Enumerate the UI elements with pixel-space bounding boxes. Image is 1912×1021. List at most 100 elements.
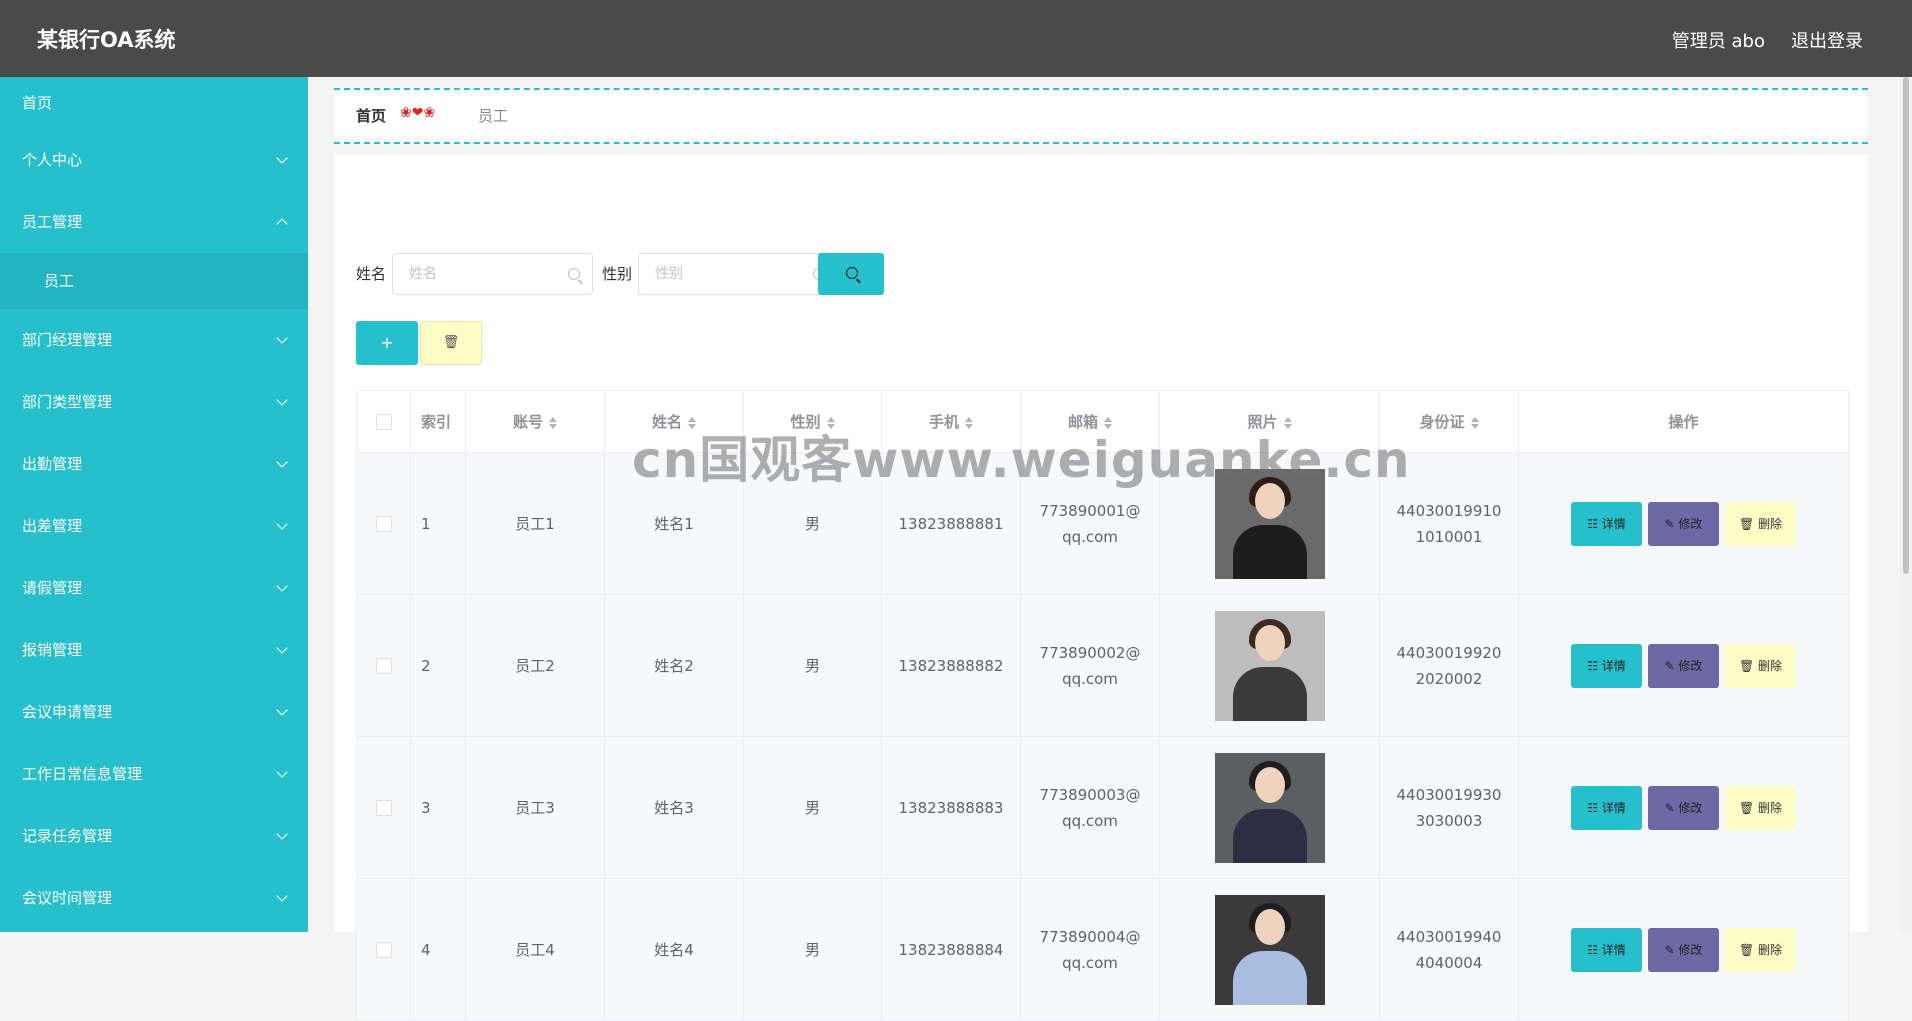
sidebar-item-label: 工作日常信息管理 — [22, 765, 143, 783]
delete-label: 删除 — [1758, 658, 1783, 673]
table-row: 4 员工4 姓名4 男 13823888884 773890004@qq.com 44030… — [356, 878, 1849, 1021]
delete-label: 删除 — [1758, 942, 1783, 957]
column-header-5[interactable]: 手机 — [881, 390, 1021, 453]
edit-button[interactable]: ✎ 修改 — [1648, 785, 1719, 830]
actions-cell: ☷ 详情 ✎ 修改 🗑 删除 — [1518, 878, 1849, 1021]
add-button[interactable]: + — [356, 321, 418, 365]
column-header-3[interactable]: 姓名 — [604, 390, 744, 453]
index-cell: 4 — [410, 878, 466, 1021]
sidebar-item-8[interactable]: 报销管理 — [0, 619, 308, 681]
employee-table: 索引 账号 姓名 性别 手机 邮箱 照片 身份证 操作 1 员工1 姓名1 男 13823888881 7… — [356, 390, 1849, 1021]
detail-label: 详情 — [1601, 658, 1626, 673]
name-cell: 姓名1 — [604, 452, 744, 595]
column-header-4[interactable]: 性别 — [743, 390, 882, 453]
edit-button[interactable]: ✎ 修改 — [1648, 927, 1719, 972]
detail-label: 详情 — [1601, 942, 1626, 957]
edit-label: 修改 — [1678, 800, 1703, 815]
employee-photo[interactable] — [1214, 752, 1325, 863]
phone-cell: 13823888881 — [881, 452, 1021, 595]
sidebar-item-5[interactable]: 出勤管理 — [0, 433, 308, 495]
detail-button[interactable]: ☷ 详情 — [1571, 643, 1642, 688]
account-cell: 员工3 — [465, 736, 605, 879]
detail-button[interactable]: ☷ 详情 — [1571, 501, 1642, 546]
sidebar-item-4[interactable]: 部门类型管理 — [0, 371, 308, 433]
gender-cell: 男 — [743, 736, 882, 879]
breadcrumb-home[interactable]: 首页 — [356, 105, 386, 126]
index-cell: 2 — [410, 594, 466, 737]
gender-search-input[interactable] — [638, 253, 838, 295]
gender-cell: 男 — [743, 594, 882, 737]
delete-button[interactable]: 🗑 删除 — [1725, 501, 1796, 546]
row-select-cell — [356, 452, 411, 595]
sort-icon[interactable] — [1470, 416, 1479, 429]
row-checkbox[interactable] — [375, 658, 392, 674]
logout-link[interactable]: 退出登录 — [1791, 27, 1863, 53]
sidebar-item-3[interactable]: 部门经理管理 — [0, 309, 308, 371]
column-header-label: 照片 — [1247, 413, 1278, 431]
sidebar-subitem-2-0[interactable]: 员工 — [0, 253, 308, 309]
sort-icon[interactable] — [1104, 416, 1112, 429]
row-checkbox[interactable] — [375, 942, 392, 958]
search-button[interactable] — [818, 253, 884, 295]
scrollbar-thumb[interactable] — [1903, 77, 1909, 574]
sidebar-item-7[interactable]: 请假管理 — [0, 557, 308, 619]
idcard-cell: 440300199202020002 — [1379, 594, 1519, 737]
column-header-label: 索引 — [421, 413, 452, 431]
gender-filter-label: 性别 — [602, 265, 633, 283]
sidebar-item-10[interactable]: 工作日常信息管理 — [0, 743, 308, 805]
name-cell: 姓名2 — [604, 594, 744, 737]
employee-photo[interactable] — [1214, 894, 1325, 1005]
sort-icon[interactable] — [549, 416, 557, 429]
index-cell: 1 — [410, 452, 466, 595]
main-content: 首页 ❀❤❀ 员工 姓名 性别 + 🗑 索引账号姓名性别手机邮箱照片身份证操作 … — [308, 77, 1900, 1021]
current-user-label[interactable]: 管理员 abo — [1672, 27, 1765, 53]
email-cell: 773890002@qq.com — [1020, 594, 1160, 737]
sidebar-item-1[interactable]: 个人中心 — [0, 129, 308, 191]
employee-photo[interactable] — [1214, 468, 1325, 579]
select-all-checkbox[interactable] — [375, 414, 392, 430]
chevron-down-icon — [276, 518, 288, 530]
gender-cell: 男 — [743, 452, 882, 595]
delete-button[interactable]: 🗑 删除 — [1725, 927, 1796, 972]
person-head-shape — [1254, 624, 1285, 661]
page-scrollbar[interactable] — [1900, 77, 1912, 932]
actions-cell: ☷ 详情 ✎ 修改 🗑 删除 — [1518, 736, 1849, 879]
name-search-input[interactable] — [392, 253, 593, 295]
row-checkbox[interactable] — [375, 516, 392, 532]
chevron-up-icon — [276, 218, 288, 230]
person-body-shape — [1232, 524, 1307, 579]
sidebar-item-2[interactable]: 员工管理 — [0, 191, 308, 253]
bulk-delete-button[interactable]: 🗑 — [420, 321, 482, 365]
row-select-cell — [356, 594, 411, 737]
delete-button[interactable]: 🗑 删除 — [1725, 643, 1796, 688]
edit-button[interactable]: ✎ 修改 — [1648, 501, 1719, 546]
column-header-7[interactable]: 照片 — [1159, 390, 1380, 453]
column-header-2[interactable]: 账号 — [465, 390, 605, 453]
sidebar-item-6[interactable]: 出差管理 — [0, 495, 308, 557]
column-header-0[interactable] — [356, 390, 411, 453]
employee-photo[interactable] — [1214, 610, 1325, 721]
actions-cell: ☷ 详情 ✎ 修改 🗑 删除 — [1518, 452, 1849, 595]
sidebar-item-12[interactable]: 会议时间管理 — [0, 867, 308, 929]
edit-button[interactable]: ✎ 修改 — [1648, 643, 1719, 688]
detail-button[interactable]: ☷ 详情 — [1571, 927, 1642, 972]
column-header-1: 索引 — [410, 390, 466, 453]
chevron-down-icon — [276, 828, 288, 840]
sort-icon[interactable] — [965, 416, 973, 429]
sort-icon[interactable] — [826, 416, 835, 429]
sidebar-item-11[interactable]: 记录任务管理 — [0, 805, 308, 867]
detail-button[interactable]: ☷ 详情 — [1571, 785, 1642, 830]
sidebar-item-0[interactable]: 首页 — [0, 77, 308, 129]
column-header-6[interactable]: 邮箱 — [1020, 390, 1160, 453]
column-header-label: 操作 — [1668, 413, 1699, 431]
column-header-label: 邮箱 — [1067, 413, 1098, 431]
sidebar-item-label: 出差管理 — [22, 517, 83, 535]
sidebar-item-9[interactable]: 会议申请管理 — [0, 681, 308, 743]
column-header-8[interactable]: 身份证 — [1379, 390, 1519, 453]
sort-icon[interactable] — [688, 416, 696, 429]
search-icon — [846, 267, 858, 279]
delete-button[interactable]: 🗑 删除 — [1725, 785, 1796, 830]
sort-icon[interactable] — [1283, 416, 1292, 429]
row-checkbox[interactable] — [375, 800, 392, 816]
sidebar-item-label: 记录任务管理 — [22, 827, 113, 845]
